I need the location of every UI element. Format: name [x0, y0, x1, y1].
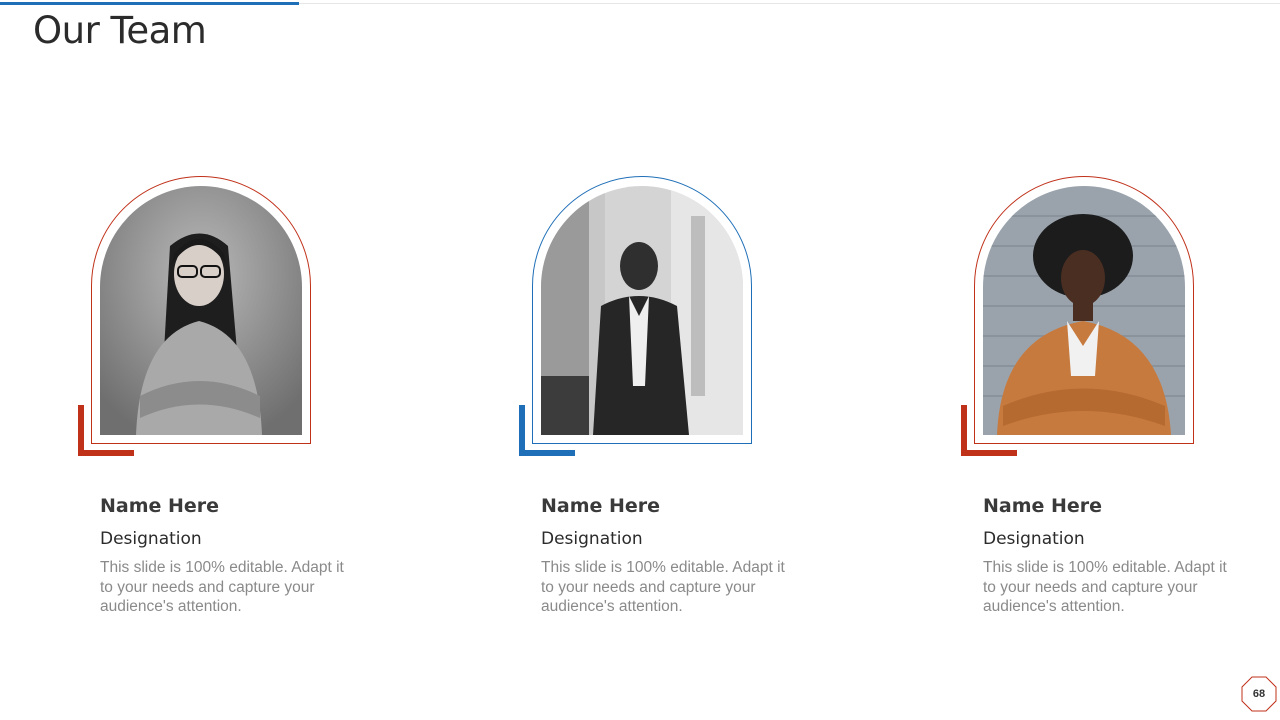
- team-member-card: Name Here Designation This slide is 100%…: [78, 176, 358, 626]
- member-designation: Designation: [541, 529, 643, 549]
- header-accent-bar: [0, 2, 299, 5]
- member-designation: Designation: [983, 529, 1085, 549]
- corner-accent: [961, 450, 1017, 456]
- member-description: This slide is 100% editable. Adapt it to…: [541, 559, 785, 615]
- corner-accent: [78, 450, 134, 456]
- member-name: Name Here: [100, 495, 220, 517]
- member-name: Name Here: [541, 495, 661, 517]
- page-title: Our Team: [33, 9, 207, 52]
- page-number: 68: [1252, 688, 1266, 700]
- member-designation: Designation: [100, 529, 202, 549]
- member-name: Name Here: [983, 495, 1103, 517]
- team-member-photo: [541, 186, 743, 435]
- corner-accent: [961, 405, 967, 456]
- page-number-badge: 68: [1241, 676, 1277, 712]
- team-member-photo: [983, 186, 1185, 435]
- corner-accent: [78, 405, 84, 456]
- member-description: This slide is 100% editable. Adapt it to…: [983, 559, 1227, 615]
- team-member-photo: [100, 186, 302, 435]
- team-member-card: Name Here Designation This slide is 100%…: [961, 176, 1241, 626]
- corner-accent: [519, 450, 575, 456]
- member-description: This slide is 100% editable. Adapt it to…: [100, 559, 344, 615]
- team-member-card: Name Here Designation This slide is 100%…: [519, 176, 799, 626]
- corner-accent: [519, 405, 525, 456]
